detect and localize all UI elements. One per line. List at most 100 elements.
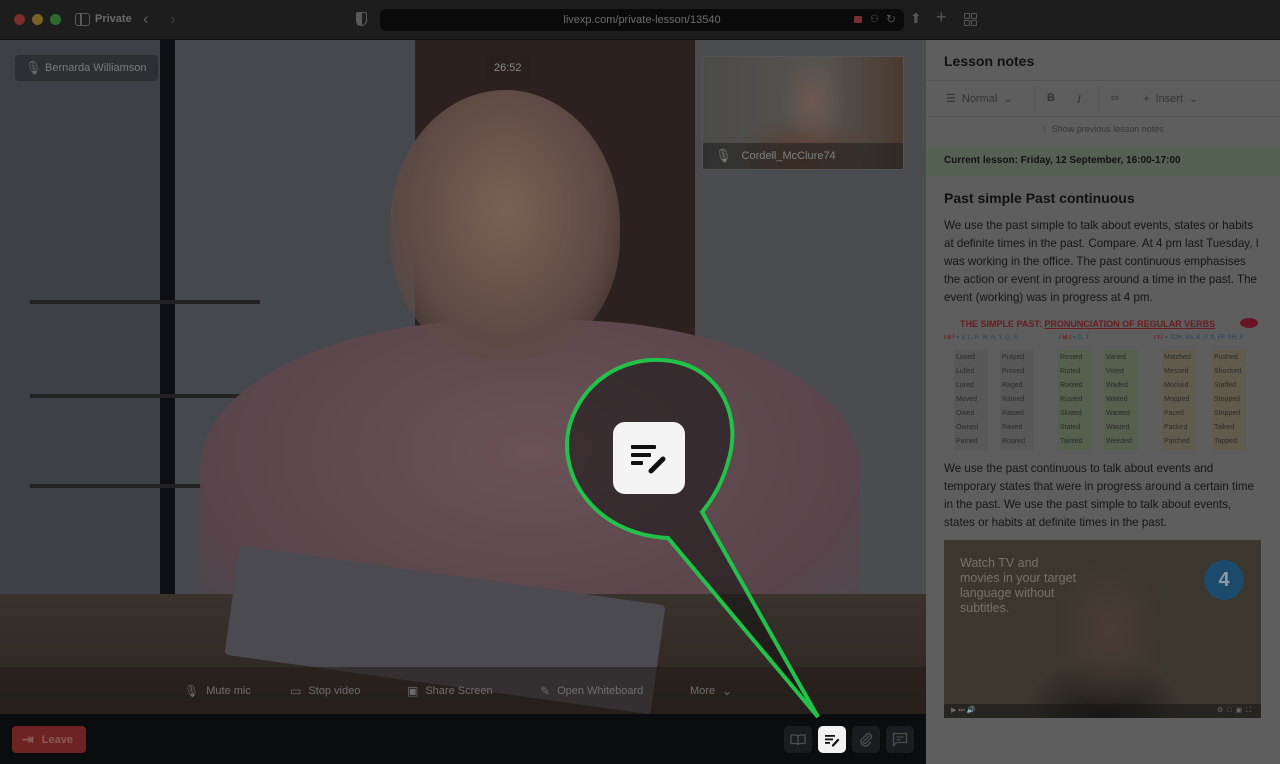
verb-item: Tapped — [1214, 438, 1237, 445]
verb-item: Paced — [1164, 410, 1184, 417]
verb-item: Proved — [1002, 368, 1025, 375]
lesson-notes-button[interactable] — [818, 726, 846, 753]
link-button[interactable]: ∞ — [1111, 92, 1119, 104]
verb-item: Lured — [956, 382, 974, 389]
verb-item: Stopped — [1214, 396, 1241, 403]
verb-item: Pained — [956, 438, 978, 445]
more-button[interactable]: More ⌄ — [690, 684, 732, 698]
verb-column: Rested Rioted Rooted Rusted Skated Stated Tain… — [1058, 350, 1092, 450]
book-icon — [790, 733, 806, 745]
stop-video-button[interactable]: ▭ Stop video — [290, 684, 360, 698]
verb-item: Raved — [1002, 424, 1023, 431]
private-label: Private — [95, 13, 132, 25]
verb-item: Pushed — [1214, 354, 1238, 361]
text-format-dropdown[interactable]: ☰ Normal ⌄ — [946, 92, 1013, 106]
lips-icon — [1240, 318, 1258, 328]
tab-overview-icon[interactable] — [964, 13, 977, 26]
self-view-video[interactable]: 🎙 Cordell_McClure74 — [702, 56, 904, 170]
camera-recording-icon[interactable] — [854, 16, 862, 23]
video-watermark — [1247, 542, 1249, 549]
verb-item: Varied — [1106, 354, 1126, 361]
self-view-name-bar: 🎙 Cordell_McClure74 — [703, 143, 903, 169]
materials-book-button[interactable] — [784, 726, 812, 753]
attachments-button[interactable] — [852, 726, 880, 753]
close-window-button[interactable] — [14, 14, 25, 25]
mute-mic-button[interactable]: 🎙 Mute mic — [184, 684, 251, 698]
verb-item: Rested — [1060, 354, 1083, 361]
new-tab-plus-icon[interactable]: + — [936, 7, 947, 28]
toolbar-divider — [1034, 87, 1035, 113]
play-icon[interactable]: ▶ ⏭ 🔊 — [951, 706, 975, 715]
forward-chevron-icon[interactable]: › — [170, 9, 176, 29]
verb-column: Prayed Proved Raged Rained Raised Raved Roared — [1000, 350, 1034, 450]
share-screen-button[interactable]: ▣ Share Screen — [407, 684, 493, 698]
stop-video-label: Stop video — [308, 685, 361, 697]
verb-item: Owed — [956, 410, 975, 417]
verb-item: Stated — [1060, 424, 1081, 431]
sound-symbol: / id / — [1059, 335, 1071, 341]
notes-heading[interactable]: Past simple Past continuous — [944, 190, 1135, 206]
share-icon[interactable]: ⬆ — [910, 10, 922, 27]
verb-item: Stripped — [1214, 410, 1241, 417]
callout-notes-icon-enlarged — [613, 422, 685, 494]
verb-column: Pushed Shocked Staffed Stopped Stripped Talke… — [1212, 350, 1246, 450]
sound-rule: / d / = V, L, R, W, N, Y, G, S — [944, 335, 1017, 341]
video-camera-icon: ▭ — [290, 684, 302, 698]
verb-item: Waited — [1106, 396, 1128, 403]
verb-item: Weeded — [1106, 438, 1132, 445]
self-view-name: Cordell_McClure74 — [741, 150, 836, 162]
minimize-window-button[interactable] — [32, 14, 43, 25]
sound-letters: = V, L, R, W, N, Y, G, S — [956, 335, 1018, 341]
verb-item: Prayed — [1002, 354, 1025, 361]
italic-button[interactable]: I — [1077, 92, 1081, 107]
sound-letters: = D, T — [1072, 335, 1090, 341]
mic-icon: 🎙 — [715, 148, 732, 163]
address-bar[interactable]: livexp.com/private-lesson/13540 ⚇ ↻ — [380, 9, 904, 31]
verb-item: Waded — [1106, 382, 1128, 389]
verb-item: Owned — [956, 424, 979, 431]
sidebar-toggle-icon[interactable] — [75, 13, 90, 26]
sound-rule: / t / = TCH, SS, K, P, S, FF, SH, X — [1154, 335, 1243, 341]
verb-item: Packed — [1164, 424, 1188, 431]
embedded-video[interactable]: Watch TV and movies in your target langu… — [944, 540, 1261, 718]
lesson-timer: 26:52 — [486, 56, 530, 80]
maximize-window-button[interactable] — [50, 14, 61, 25]
show-previous-notes-link[interactable]: ↑ Show previous lesson notes — [926, 124, 1280, 134]
reload-icon[interactable]: ↻ — [886, 12, 896, 26]
player-settings-icons[interactable]: ⚙□▣⛶ — [1217, 706, 1255, 715]
insert-dropdown[interactable]: + Insert ⌄ — [1143, 92, 1199, 106]
chat-button[interactable] — [886, 726, 914, 753]
open-whiteboard-button[interactable]: ✎ Open Whiteboard — [540, 684, 643, 698]
chat-icon — [892, 732, 908, 747]
notes-paragraph[interactable]: We use the past simple to talk about eve… — [944, 217, 1264, 307]
text-format-value: Normal — [961, 92, 998, 105]
bottom-toolbar: ⇥ Leave — [0, 714, 926, 764]
privacy-shield-icon[interactable] — [356, 12, 367, 26]
translate-icon[interactable]: ⚇ — [870, 14, 879, 25]
verb-item: Moved — [956, 396, 978, 403]
notes-editor-toolbar: ☰ Normal ⌄ B I ∞ + Insert ⌄ — [926, 80, 1280, 117]
leave-button[interactable]: ⇥ Leave — [12, 726, 86, 753]
verb-item: Messed — [1164, 368, 1189, 375]
verb-item: Wasted — [1106, 424, 1130, 431]
url-text[interactable]: livexp.com/private-lesson/13540 — [380, 14, 904, 26]
verb-item: Raged — [1002, 382, 1023, 389]
chevron-down-icon: ⌄ — [1188, 93, 1199, 105]
verb-item: Talked — [1214, 424, 1235, 431]
sound-rule: / id / = D, T — [1059, 335, 1089, 341]
notes-paragraph[interactable]: We use the past continuous to talk about… — [944, 460, 1264, 532]
verbs-image-title: THE SIMPLE PAST: PRONUNCIATION OF REGULA… — [960, 319, 1215, 329]
open-whiteboard-label: Open Whiteboard — [557, 685, 644, 697]
plus-icon: + — [1143, 92, 1150, 105]
chevron-down-icon: ⌄ — [722, 684, 733, 698]
notes-title: Lesson notes — [944, 53, 1035, 69]
back-chevron-icon[interactable]: ‹ — [143, 9, 149, 29]
mic-off-icon: 🎙 — [25, 60, 42, 75]
verb-item: Raised — [1002, 410, 1024, 417]
link-icon: ∞ — [1111, 92, 1119, 104]
window-controls — [14, 14, 61, 25]
verb-item: Roared — [1002, 438, 1025, 445]
bold-button[interactable]: B — [1047, 92, 1055, 104]
browser-window: Private ‹ › livexp.com/private-lesson/13… — [0, 0, 1280, 764]
verb-item: Patched — [1164, 438, 1190, 445]
